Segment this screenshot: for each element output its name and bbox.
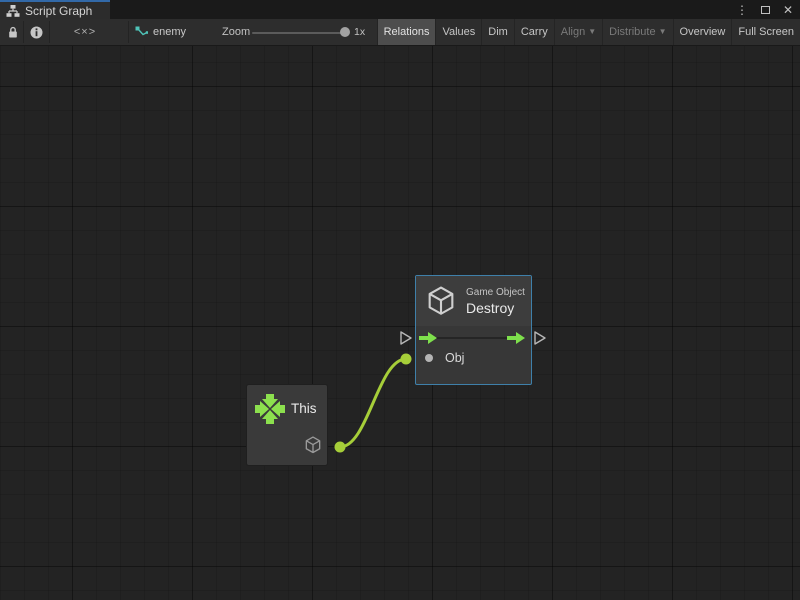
flow-relation-line [436, 337, 510, 339]
graph-canvas[interactable]: Game Object Destroy Obj [0, 46, 800, 600]
zoom-value: 1x [354, 19, 365, 45]
script-graph-window: Script Graph ⋮ ✕ <×> [0, 0, 800, 600]
tab-script-graph[interactable]: Script Graph [0, 0, 110, 19]
obj-input-row: Obj [425, 351, 464, 365]
breadcrumb-graph-name[interactable]: enemy [135, 19, 186, 45]
node-destroy[interactable]: Game Object Destroy Obj [415, 275, 532, 385]
wire-endpoint-dot [335, 442, 346, 453]
dim-button[interactable]: Dim [481, 19, 514, 45]
toolbar-button-group: Relations Values Dim Carry Align ▼ Distr… [377, 19, 800, 45]
flow-input-port[interactable] [400, 331, 412, 345]
graph-toolbar: <×> enemy Zoom 1x Relations Values Dim C… [0, 19, 800, 46]
overview-button[interactable]: Overview [673, 19, 732, 45]
code-icon[interactable]: <×> [62, 19, 108, 45]
align-dropdown[interactable]: Align ▼ [554, 19, 602, 45]
title-bar: Script Graph ⋮ ✕ [0, 0, 800, 19]
relations-button[interactable]: Relations [377, 19, 436, 45]
info-icon[interactable] [26, 19, 47, 45]
toolbar-separator [23, 21, 24, 43]
maximize-icon[interactable] [757, 2, 773, 18]
node-destroy-header: Game Object Destroy [416, 276, 531, 326]
wire-endpoint-dot [401, 354, 412, 365]
carry-button[interactable]: Carry [514, 19, 554, 45]
zoom-label: Zoom [222, 19, 250, 45]
teal-graph-icon [135, 26, 148, 38]
chevron-down-icon: ▼ [588, 28, 596, 36]
green-compress-arrows-icon [255, 394, 285, 424]
toolbar-separator [128, 21, 129, 43]
window-menu-icon[interactable]: ⋮ [734, 2, 750, 18]
close-icon[interactable]: ✕ [780, 2, 796, 18]
distribute-dropdown[interactable]: Distribute ▼ [602, 19, 672, 45]
node-this[interactable]: This [247, 385, 327, 465]
obj-value-port[interactable] [425, 354, 433, 362]
toolbar-separator [49, 21, 50, 43]
fullscreen-button[interactable]: Full Screen [731, 19, 800, 45]
window-controls: ⋮ ✕ [734, 0, 796, 19]
zoom-slider-knob[interactable] [340, 27, 350, 37]
flow-output-arrow-icon[interactable] [507, 332, 525, 344]
node-this-title: This [291, 401, 317, 416]
flow-input-arrow-icon[interactable] [419, 332, 437, 344]
values-button[interactable]: Values [435, 19, 481, 45]
graph-name-label: enemy [153, 26, 186, 38]
zoom-slider-track[interactable] [252, 32, 343, 34]
flow-output-port[interactable] [534, 331, 546, 345]
node-title-label: Destroy [466, 300, 525, 316]
connection-wire[interactable] [0, 46, 800, 600]
obj-port-label: Obj [445, 351, 464, 365]
lock-icon[interactable] [3, 19, 22, 45]
wireframe-cube-icon [424, 284, 458, 318]
chevron-down-icon: ▼ [659, 28, 667, 36]
gameobject-output-port[interactable] [303, 435, 323, 455]
tab-title: Script Graph [25, 4, 92, 18]
script-graph-tree-icon [6, 5, 20, 17]
node-category-label: Game Object [466, 287, 525, 298]
